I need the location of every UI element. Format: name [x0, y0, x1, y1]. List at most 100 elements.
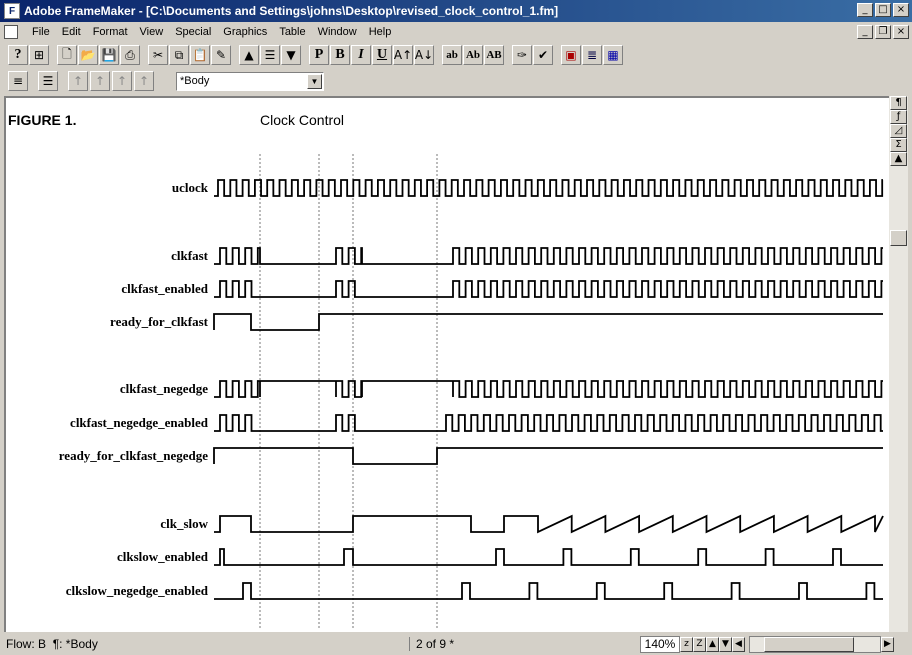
graphics-icon[interactable]: ◿: [890, 124, 907, 138]
initial-caps-button[interactable]: Ab: [463, 45, 483, 65]
menu-window[interactable]: Window: [312, 26, 363, 38]
main-toolbar: ? ⊞ 🗋 📂 💾 ⎙ ✂ ⧉ 📋 ✎ ▲ ☰ ▼ P B I U A↑ A↓ …: [0, 42, 912, 68]
uppercase-button[interactable]: AB: [484, 45, 504, 65]
space-below-icon[interactable]: ↑: [90, 71, 110, 91]
open-folder-icon[interactable]: 📂: [78, 45, 98, 65]
save-icon[interactable]: 💾: [99, 45, 119, 65]
document-icon[interactable]: [4, 25, 18, 39]
font-size-down-icon[interactable]: A↓: [414, 45, 434, 65]
zoom-in-icon[interactable]: z: [680, 636, 693, 652]
figure-title: Clock Control: [260, 112, 344, 128]
horizontal-scrollbar[interactable]: [749, 635, 881, 653]
print-icon[interactable]: ⎙: [120, 45, 140, 65]
minimize-button[interactable]: _: [857, 3, 873, 17]
smart-insert-icon[interactable]: ⊞: [29, 45, 49, 65]
anchored-frame-icon[interactable]: ▣: [561, 45, 581, 65]
app-icon[interactable]: F: [4, 3, 20, 19]
menu-graphics[interactable]: Graphics: [217, 26, 273, 38]
arrow-up-icon[interactable]: ▲: [239, 45, 259, 65]
paste-icon[interactable]: 📋: [190, 45, 210, 65]
vertical-scrollbar[interactable]: ¶ ƒ ◿ Σ ▲: [889, 96, 908, 632]
menu-view[interactable]: View: [134, 26, 170, 38]
align-justify-icon[interactable]: ☰: [38, 71, 58, 91]
chevron-down-icon[interactable]: ▼: [307, 73, 322, 89]
format-painter-icon[interactable]: ✎: [211, 45, 231, 65]
status-paragraph-tag: ¶: *Body: [52, 637, 98, 651]
signal-label-clkfast: clkfast: [171, 248, 209, 263]
spell-check-icon[interactable]: ✔: [533, 45, 553, 65]
copy-icon[interactable]: ⧉: [169, 45, 189, 65]
waveform-clkfast: [214, 247, 883, 265]
signal-label-ready-for-clkfast-negedge: ready_for_clkfast_negedge: [59, 448, 208, 463]
vertical-scroll-thumb[interactable]: [890, 230, 907, 246]
doc-restore-button[interactable]: ❐: [875, 25, 891, 39]
marker-icon[interactable]: ✑: [512, 45, 532, 65]
new-doc-icon[interactable]: 🗋: [57, 45, 77, 65]
function-icon[interactable]: ƒ: [890, 110, 907, 124]
menu-edit[interactable]: Edit: [56, 26, 87, 38]
signal-label-clkslow-negedge-enabled: clkslow_negedge_enabled: [66, 583, 209, 598]
waveform-ready-for-clkfast: [213, 313, 883, 331]
waveform-clkfast-negedge: [214, 380, 883, 398]
menu-format[interactable]: Format: [87, 26, 134, 38]
line-spacing-icon[interactable]: ↑: [112, 71, 132, 91]
doc-close-button[interactable]: ×: [893, 25, 909, 39]
pilcrow-icon[interactable]: ¶: [890, 96, 907, 110]
menu-help[interactable]: Help: [363, 26, 398, 38]
waveform-uclock: [214, 179, 884, 197]
timing-diagram: FIGURE 1. Clock Control uclock clkfast clkfa…: [8, 112, 884, 628]
cut-icon[interactable]: ✂: [148, 45, 168, 65]
indent-icon[interactable]: ↑: [134, 71, 154, 91]
arrow-down-icon[interactable]: ▼: [281, 45, 301, 65]
paragraph-tag-select[interactable]: *Body ▼: [176, 71, 324, 91]
scroll-left-icon[interactable]: ◀: [732, 636, 745, 652]
equation-icon[interactable]: Σ: [890, 138, 907, 152]
signal-label-ready-for-clkfast: ready_for_clkfast: [110, 314, 209, 329]
signal-label-clkfast-negedge-enabled: clkfast_negedge_enabled: [70, 415, 209, 430]
status-page: 2 of 9 *: [416, 637, 455, 651]
menu-special[interactable]: Special: [169, 26, 217, 38]
signal-label-clkfast-enabled: clkfast_enabled: [121, 281, 208, 296]
waveform-clkfast-negedge-enabled: [214, 414, 883, 432]
signal-label-clk-slow: clk_slow: [160, 516, 208, 531]
waveform-clkfast-enabled: [214, 280, 883, 298]
footnote-icon[interactable]: ≣: [582, 45, 602, 65]
horizontal-scroll-thumb[interactable]: [764, 636, 854, 652]
bold-button[interactable]: B: [330, 45, 350, 65]
scroll-up-icon[interactable]: ▲: [890, 152, 907, 166]
document-canvas[interactable]: FIGURE 1. Clock Control uclock clkfast clkfa…: [4, 96, 889, 632]
status-bar: Flow: B ¶: *Body 2 of 9 * 140% z Z ▲ ▼ ◀…: [0, 633, 912, 655]
space-above-icon[interactable]: ↑: [68, 71, 88, 91]
font-size-up-icon[interactable]: A↑: [393, 45, 413, 65]
align-left-icon[interactable]: ≡: [8, 71, 28, 91]
signal-label-uclock: uclock: [172, 180, 209, 195]
figure-label: FIGURE 1.: [8, 112, 76, 128]
zoom-level[interactable]: 140%: [640, 635, 680, 653]
status-flow: Flow: B: [6, 637, 47, 651]
underline-button[interactable]: U: [372, 45, 392, 65]
maximize-button[interactable]: □: [875, 3, 891, 17]
paragraph-tag-value: *Body: [180, 75, 210, 87]
doc-minimize-button[interactable]: _: [857, 25, 873, 39]
scroll-right-icon[interactable]: ▶: [881, 636, 894, 652]
menu-file[interactable]: File: [26, 26, 56, 38]
signal-label-clkfast-negedge: clkfast_negedge: [120, 381, 208, 396]
title-bar: F Adobe FrameMaker - [C:\Documents and S…: [0, 0, 912, 22]
next-page-icon[interactable]: ▼: [719, 636, 732, 652]
zoom-out-icon[interactable]: Z: [693, 636, 706, 652]
close-button[interactable]: ×: [893, 3, 909, 17]
list-icon[interactable]: ☰: [260, 45, 280, 65]
menu-table[interactable]: Table: [273, 26, 311, 38]
prev-page-icon[interactable]: ▲: [706, 636, 719, 652]
waveform-ready-for-clkfast-negedge: [213, 447, 883, 465]
window-title: Adobe FrameMaker - [C:\Documents and Set…: [24, 4, 559, 18]
italic-button[interactable]: I: [351, 45, 371, 65]
lowercase-button[interactable]: ab: [442, 45, 462, 65]
plain-text-button[interactable]: P: [309, 45, 329, 65]
signal-label-clkslow-enabled: clkslow_enabled: [117, 549, 209, 564]
waveform-clkslow-enabled: [214, 548, 883, 566]
help-icon[interactable]: ?: [8, 45, 28, 65]
table-icon[interactable]: ▦: [603, 45, 623, 65]
format-toolbar: ≡ ☰ ↑ ↑ ↑ ↑ *Body ▼: [0, 68, 912, 94]
menu-bar: File Edit Format View Special Graphics T…: [0, 22, 912, 42]
